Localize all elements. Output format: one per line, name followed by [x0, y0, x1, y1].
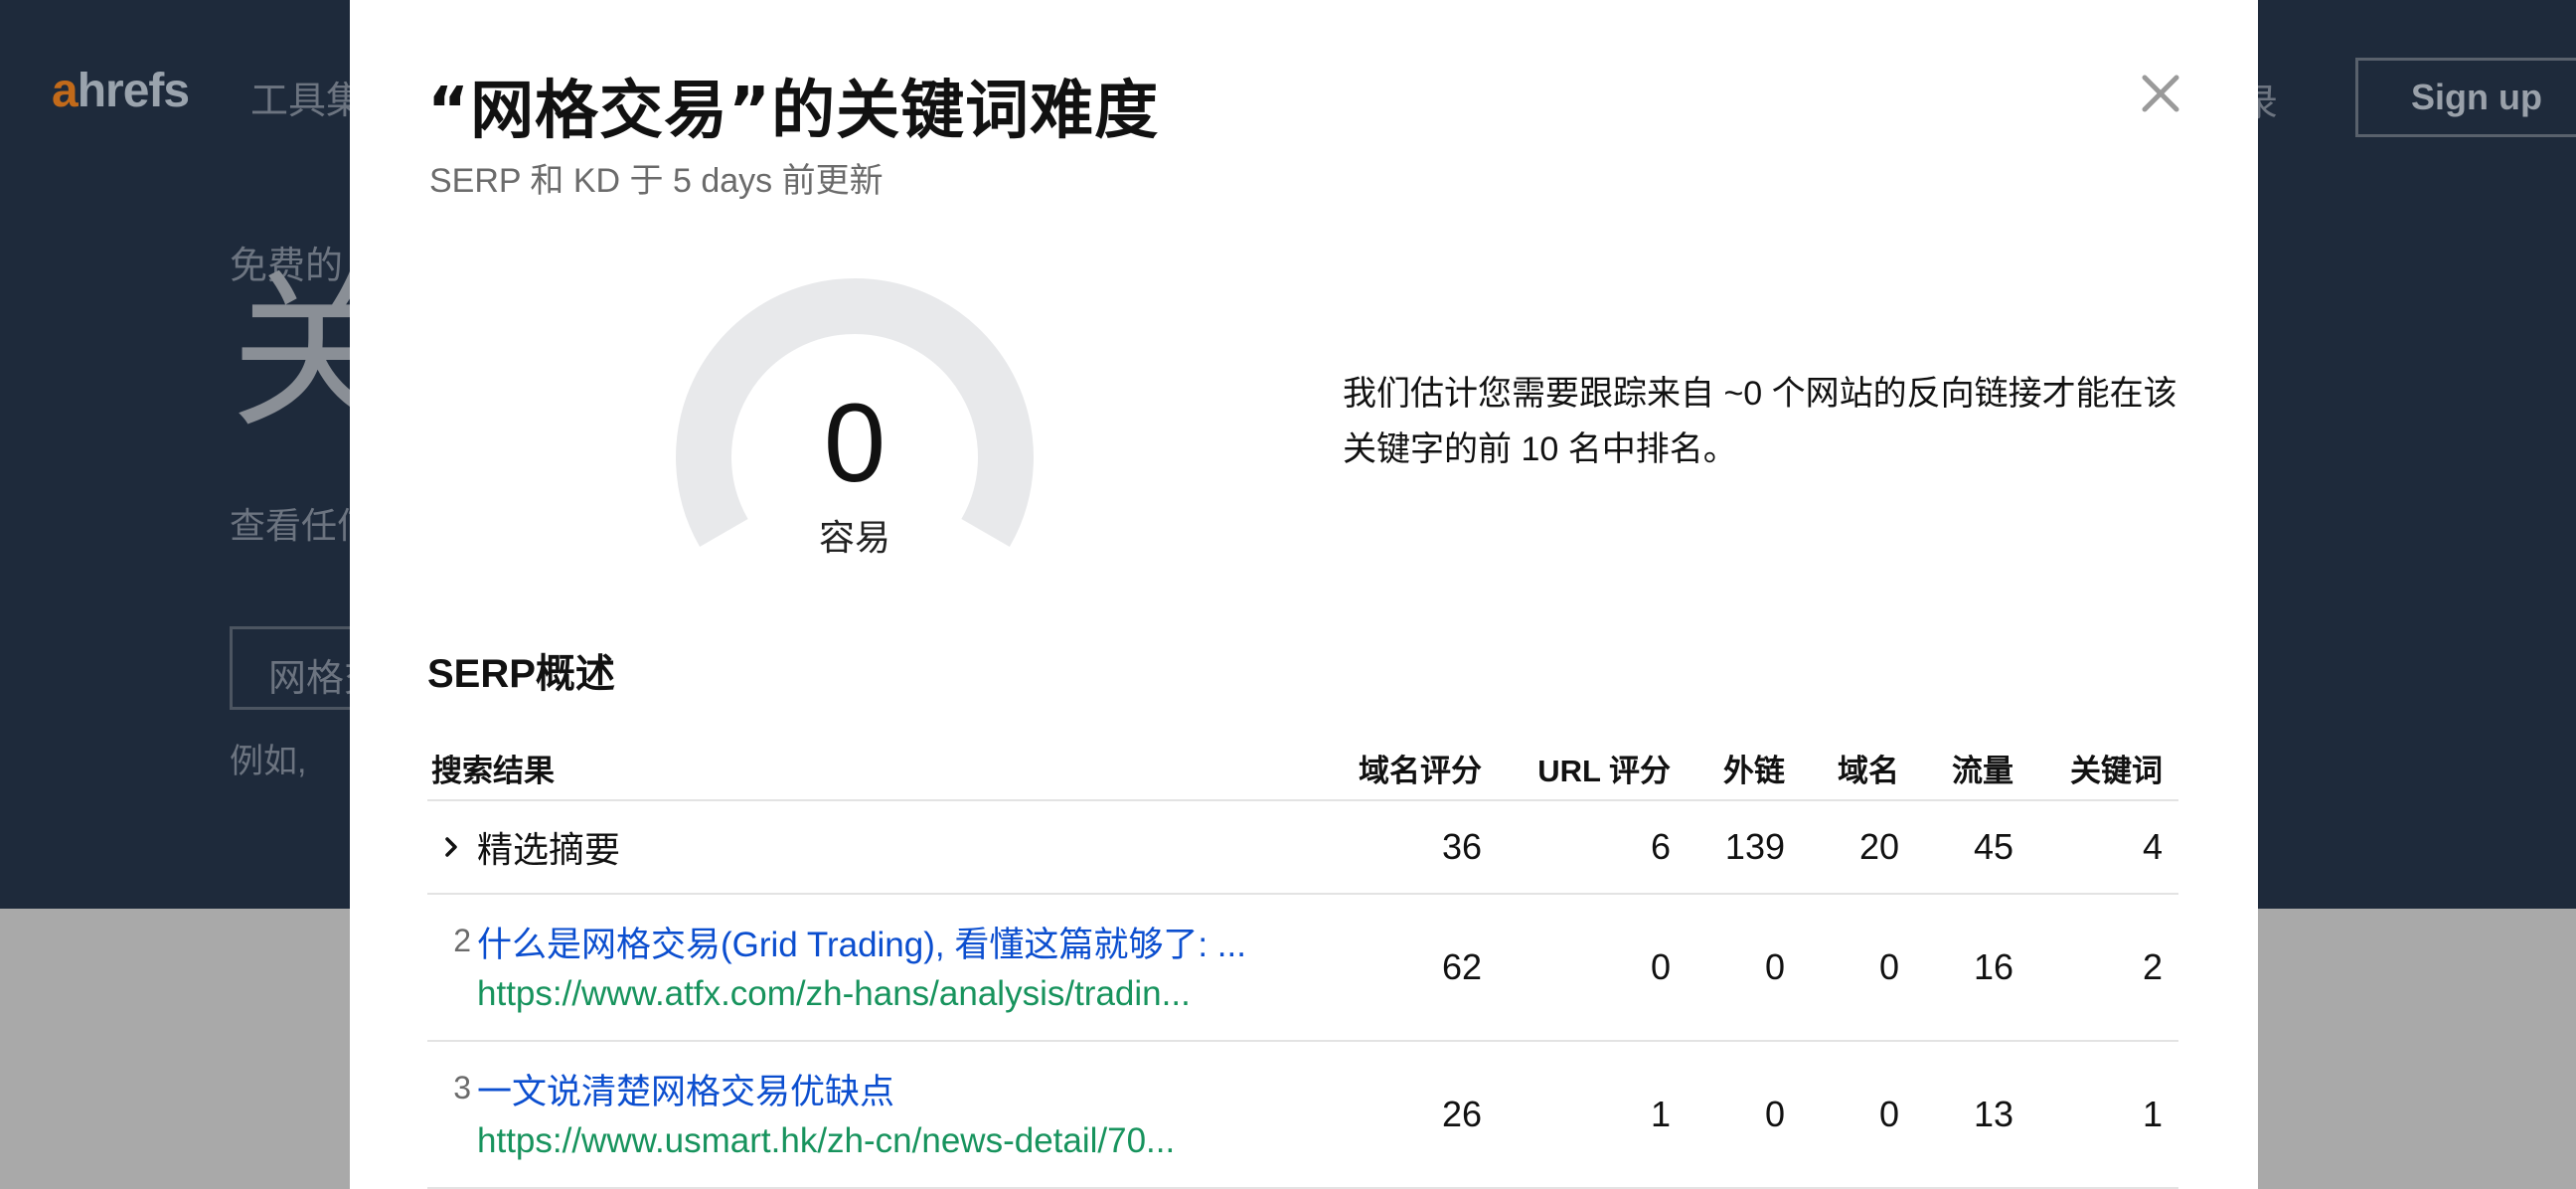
example-text: 例如,	[230, 743, 307, 780]
kd-label: 容易	[818, 517, 890, 558]
backlink-estimate: 我们估计您需要跟踪来自 ~0 个网站的反向链接才能在该关键字的前 10 名中排名…	[1343, 375, 2177, 468]
cell-traffic: 13	[1973, 1094, 2013, 1134]
close-icon	[2142, 75, 2179, 112]
cell-ur: 0	[1650, 946, 1671, 987]
table-row: 3 一文说清楚网格交易优缺点 https://www.usmart.hk/zh-…	[427, 1042, 2178, 1189]
result-title-link[interactable]: 一文说清楚网格交易优缺点	[477, 1064, 894, 1114]
header-traffic[interactable]: 流量	[1915, 746, 2029, 790]
result-position: 2	[453, 923, 471, 958]
result-title-link[interactable]: 什么是网格交易(Grid Trading), 看懂这篇就够了: ...	[477, 917, 1246, 967]
kd-value: 0	[823, 381, 886, 505]
serp-table: 搜索结果 域名评分 URL 评分 外链 域名 流量 关键词 精选摘要 36 6 …	[427, 736, 2178, 1189]
header-domains[interactable]: 域名	[1801, 746, 1915, 790]
cell-dr: 36	[1441, 826, 1482, 867]
cell-domains[interactable]: 20	[1801, 826, 1915, 868]
serp-overview-title: SERP概述	[427, 652, 615, 696]
header-dr[interactable]: 域名评分	[1259, 746, 1498, 790]
cell-ur: 1	[1650, 1094, 1671, 1134]
keyword-difficulty-modal: “网格交易”的关键词难度 SERP 和 KD 于 5 days 前更新 0 容易…	[350, 0, 2258, 1189]
cell-backlinks[interactable]: 139	[1687, 826, 1801, 868]
header-results: 搜索结果	[431, 753, 555, 788]
signup-button[interactable]: Sign up	[2355, 58, 2576, 137]
cell-dr: 62	[1441, 946, 1482, 987]
featured-snippet-row[interactable]: 精选摘要 36 6 139 20 45 4	[427, 801, 2178, 895]
cell-domains[interactable]: 0	[1801, 1094, 1915, 1135]
result-url-link[interactable]: https://www.atfx.com/zh-hans/analysis/tr…	[477, 974, 1191, 1014]
cell-backlinks[interactable]: 0	[1687, 1094, 1801, 1135]
cell-ur: 6	[1650, 826, 1671, 867]
cell-traffic: 45	[1973, 826, 2013, 867]
header-backlinks[interactable]: 外链	[1687, 746, 1801, 790]
table-row: 2 什么是网格交易(Grid Trading), 看懂这篇就够了: ... ht…	[427, 895, 2178, 1042]
cell-backlinks[interactable]: 0	[1687, 946, 1801, 988]
header-ur[interactable]: URL 评分	[1498, 746, 1687, 790]
cell-keywords[interactable]: 2	[2029, 946, 2178, 988]
modal-subtitle: SERP 和 KD 于 5 days 前更新	[429, 162, 884, 200]
result-position: 3	[453, 1070, 471, 1105]
table-header: 搜索结果 域名评分 URL 评分 外链 域名 流量 关键词	[427, 736, 2178, 801]
nav-tools[interactable]: 工具集	[250, 70, 364, 124]
result-url-link[interactable]: https://www.usmart.hk/zh-cn/news-detail/…	[477, 1121, 1175, 1161]
cell-keywords[interactable]: 1	[2029, 1094, 2178, 1135]
cell-traffic: 16	[1973, 946, 2013, 987]
ahrefs-logo[interactable]: ahrefs	[52, 64, 190, 118]
cell-domains[interactable]: 0	[1801, 946, 1915, 988]
modal-title: “网格交易”的关键词难度	[427, 75, 1160, 148]
chevron-right-icon[interactable]	[427, 835, 475, 859]
cell-keywords[interactable]: 4	[2029, 826, 2178, 868]
close-button[interactable]	[2129, 62, 2192, 125]
cell-dr: 26	[1441, 1094, 1482, 1134]
featured-snippet-label: 精选摘要	[477, 829, 621, 870]
header-keywords[interactable]: 关键词	[2029, 746, 2178, 790]
